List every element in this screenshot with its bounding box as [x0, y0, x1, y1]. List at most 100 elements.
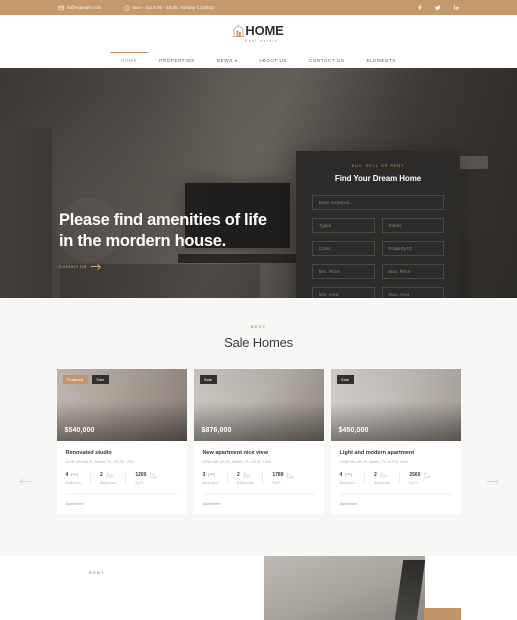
bathrooms-label: Bathrooms: [236, 480, 254, 485]
nav-item-about-us[interactable]: ABOUT US: [248, 52, 298, 68]
filter-row-2: Cities Property ID: [312, 233, 444, 256]
bath-icon: [243, 472, 250, 478]
spec-top: 2560: [409, 472, 431, 478]
spec-bedrooms: 3 Bedrooms: [203, 472, 228, 485]
linkedin-icon[interactable]: [453, 5, 460, 11]
property-image: Sale $876,000: [193, 369, 324, 441]
facebook-icon[interactable]: [417, 4, 423, 11]
spec-top: 2: [100, 472, 116, 478]
bed-icon: [345, 472, 353, 478]
topbar-hours-text: Mon - Sat 8.00 - 18.00, Sunday CLOSED: [132, 5, 215, 10]
bath-icon: [380, 472, 387, 478]
arrow-right-icon: [486, 477, 498, 485]
hero-banner: Please find amenities of life in the mor…: [0, 68, 517, 298]
bedrooms-label: Bedrooms: [202, 480, 218, 485]
property-price: $450,000: [338, 427, 369, 434]
property-body: Renovated studio 2436 SW 6th St, Miami, …: [57, 441, 187, 514]
spec-bedrooms: 4 Bedrooms: [66, 472, 91, 485]
nav-item-elements[interactable]: ELEMENTS: [355, 52, 407, 68]
nav-item-contact-us[interactable]: CONTACT US: [298, 52, 355, 68]
rent-section: RENT: [0, 556, 517, 620]
property-card[interactable]: Sale $450,000 Light and modern apartment…: [330, 369, 461, 514]
spec-top: 3: [203, 472, 218, 478]
nav-label: ELEMENTS: [366, 58, 397, 63]
chevron-down-icon: [234, 60, 237, 62]
spec-bedrooms: 4 Bedrooms: [340, 472, 365, 485]
bath-icon: [106, 472, 113, 478]
section-title: Sale Homes: [224, 335, 293, 350]
topbar-email-text: hi@example.com: [67, 5, 102, 10]
spec-top: 4: [66, 472, 81, 478]
area-value: 1789: [272, 472, 284, 478]
status-badge-sale: Sale: [91, 375, 110, 384]
filter-row-3: Min. Price Max. Price: [312, 256, 444, 279]
rent-feature-image: [264, 556, 426, 620]
spec-top: 4: [340, 472, 355, 478]
property-price: $540,000: [64, 427, 95, 434]
filter-row-4: Min. Area Max. Area: [312, 279, 444, 298]
property-body: New apartment nice view 2436 SW 6th St, …: [194, 441, 324, 514]
badge-group: Sale: [199, 375, 217, 384]
status-select[interactable]: Status: [381, 218, 444, 233]
keyword-placeholder: Enter Keyword...: [319, 200, 354, 205]
cities-select[interactable]: Cities: [312, 241, 375, 256]
max-price-input[interactable]: Max. Price: [381, 264, 444, 279]
clock-icon: [123, 4, 130, 11]
topbar-email[interactable]: hi@example.com: [58, 5, 102, 11]
arrow-right-icon: [90, 266, 100, 268]
area-value: 1200: [135, 472, 147, 478]
bathrooms-count: 2: [99, 472, 103, 478]
spec-area: 1200 Sq Ft: [135, 472, 165, 485]
max-area-input[interactable]: Max. Area: [381, 287, 444, 298]
property-id-input[interactable]: Property ID: [381, 241, 444, 256]
bathrooms-label: Bathrooms: [99, 480, 117, 485]
property-image: Featured Sale $540,000: [56, 369, 187, 441]
area-icon: [423, 472, 431, 478]
bathrooms-count: 2: [373, 472, 377, 478]
rent-accent-chip: [424, 608, 461, 620]
bedrooms-count: 3: [202, 472, 206, 478]
spec-bathrooms: 2 Bathrooms: [236, 472, 264, 485]
min-area-input[interactable]: Min. Area: [312, 287, 375, 298]
logo[interactable]: HOME Real estate: [0, 24, 517, 43]
property-specs: 4 Bedrooms 2 Bathrooms: [340, 472, 452, 485]
rent-eyebrow: RENT: [89, 570, 105, 575]
twitter-icon[interactable]: [435, 5, 441, 11]
nav-item-home[interactable]: HOME: [109, 52, 149, 68]
nav-item-news[interactable]: NEWS: [206, 52, 248, 68]
area-label: Sq Ft: [272, 480, 281, 485]
arrow-left-icon: [19, 477, 31, 485]
property-search-panel: BUY, SELL OR RENT Find Your Dream Home E…: [296, 151, 460, 298]
property-card[interactable]: Sale $876,000 New apartment nice view 24…: [193, 369, 324, 514]
property-title[interactable]: Renovated studio: [66, 450, 178, 456]
bathrooms-count: 2: [236, 472, 240, 478]
badge-group: Featured Sale: [62, 375, 110, 384]
carousel-prev-button[interactable]: [18, 474, 32, 488]
filter-row-1: Types Status: [312, 210, 444, 233]
types-label: Types: [319, 223, 332, 228]
panel-eyebrow: BUY, SELL OR RENT: [351, 164, 405, 168]
status-label: Status: [388, 223, 402, 228]
property-address: 2436 SW 6th St, Miami, FL 33135, USA: [65, 460, 134, 464]
bedrooms-label: Bedrooms: [65, 480, 81, 485]
bed-icon: [71, 472, 79, 478]
nav-label: HOME: [120, 58, 138, 63]
property-title[interactable]: Light and modern apartment: [340, 450, 452, 456]
nav-item-properties[interactable]: PROPERTIES: [148, 52, 206, 68]
bathrooms-label: Bathrooms: [373, 480, 391, 485]
property-specs: 3 Bedrooms 2 Bathrooms 1789 Sq Ft: [203, 472, 315, 485]
carousel-next-button[interactable]: [485, 474, 499, 488]
top-bar: hi@example.com Mon - Sat 8.00 - 18.00, S…: [0, 0, 517, 15]
property-title[interactable]: New apartment nice view: [203, 450, 315, 456]
types-select[interactable]: Types: [312, 218, 375, 233]
contact-us-link[interactable]: Contact Us: [59, 264, 100, 269]
logo-tagline: Real estate: [244, 38, 279, 43]
area-icon: [286, 472, 294, 478]
property-card[interactable]: Featured Sale $540,000 Renovated studio …: [56, 369, 187, 514]
status-badge-featured: Featured: [62, 375, 88, 384]
property-category: Apartment: [339, 493, 452, 514]
min-price-input[interactable]: Min. Price: [312, 264, 375, 279]
keyword-input[interactable]: Enter Keyword...: [312, 195, 444, 210]
nav-label: NEWS: [216, 58, 233, 63]
area-label: Sq Ft: [409, 480, 418, 485]
